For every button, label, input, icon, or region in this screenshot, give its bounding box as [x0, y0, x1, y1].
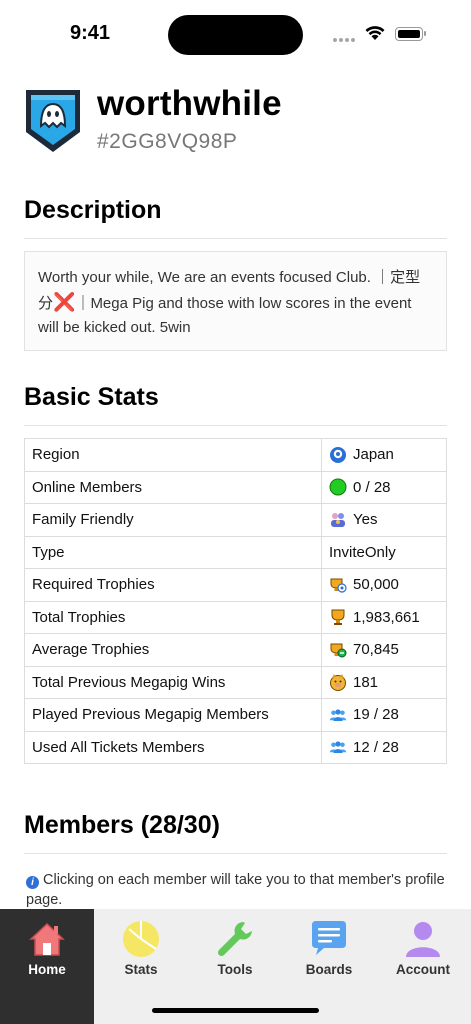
- stat-row-played-megapig-members: Played Previous Megapig Members 19 / 28: [24, 698, 447, 732]
- club-name: worthwhile: [97, 84, 282, 123]
- bottom-tab-bar: Home Stats Tools Boards Account: [0, 909, 471, 1024]
- stat-value: Japan: [353, 446, 394, 464]
- tab-label: Stats: [124, 962, 158, 977]
- stat-value-cell: 50,000: [321, 568, 447, 602]
- tab-boards[interactable]: Boards: [282, 909, 376, 1024]
- home-indicator[interactable]: [152, 1008, 319, 1013]
- stat-label: Online Members: [24, 470, 322, 504]
- stat-label: Family Friendly: [24, 503, 322, 537]
- stat-label: Average Trophies: [24, 633, 322, 667]
- stat-value-cell: 181: [321, 665, 447, 699]
- trophy-icon: [331, 609, 345, 626]
- tab-label: Tools: [217, 962, 253, 977]
- stat-value-cell: Japan: [321, 438, 447, 472]
- members-divider: [24, 853, 447, 854]
- stat-label: Required Trophies: [24, 568, 322, 602]
- club-header: worthwhile #2GG8VQ98P: [24, 84, 454, 160]
- club-badge-icon: [26, 90, 80, 152]
- tab-stats[interactable]: Stats: [94, 909, 188, 1024]
- info-icon: i: [26, 876, 39, 889]
- stat-value-cell: 12 / 28: [321, 730, 447, 764]
- battery-icon: [395, 27, 426, 41]
- tab-tools[interactable]: Tools: [188, 909, 282, 1024]
- stat-value: 19 / 28: [353, 706, 399, 724]
- stat-row-required-trophies: Required Trophies 50,000: [24, 568, 447, 602]
- pie-chart-icon: [123, 921, 159, 957]
- stat-value: 0 / 28: [353, 478, 391, 496]
- wrench-icon: [217, 922, 252, 957]
- club-detail-screen: 9:41 worthwhile #2GG8VQ98P Description W…: [0, 0, 471, 1024]
- stat-value: 1,983,661: [353, 608, 420, 626]
- status-time: 9:41: [70, 22, 111, 44]
- stat-row-type: Type InviteOnly: [24, 535, 447, 569]
- stat-label: Total Trophies: [24, 600, 322, 634]
- members-info-note: i Clicking on each member will take you t…: [26, 870, 446, 910]
- description-divider: [24, 238, 447, 239]
- tab-label: Home: [28, 962, 66, 977]
- family-icon: [331, 512, 345, 527]
- trophy-required-icon: [330, 578, 347, 593]
- green-dot-icon: [329, 478, 347, 496]
- stat-row-megapig-wins: Total Previous Megapig Wins 181: [24, 665, 447, 699]
- stat-row-total-trophies: Total Trophies 1,983,661: [24, 600, 447, 634]
- person-icon: [406, 922, 440, 957]
- trophy-average-icon: [330, 643, 347, 658]
- stat-value: 12 / 28: [353, 738, 399, 756]
- stat-value: InviteOnly: [329, 543, 396, 561]
- people-icon: [329, 741, 347, 754]
- dynamic-island: [168, 15, 303, 55]
- stat-row-family-friendly: Family Friendly Yes: [24, 503, 447, 537]
- stat-label: Total Previous Megapig Wins: [24, 665, 322, 699]
- basic-stats-divider: [24, 425, 447, 426]
- stat-value: Yes: [353, 511, 378, 529]
- description-box: Worth your while, We are an events focus…: [24, 251, 447, 351]
- stat-row-online-members: Online Members 0 / 28: [24, 470, 447, 504]
- description-text-part2: ｜Mega Pig and those with low scores in t…: [38, 295, 412, 336]
- stat-row-average-trophies: Average Trophies 70,845: [24, 633, 447, 667]
- tab-label: Boards: [305, 962, 353, 977]
- stat-value-cell: 70,845: [321, 633, 447, 667]
- stat-row-region: Region Japan: [24, 438, 447, 472]
- members-info-text: Clicking on each member will take you to…: [26, 872, 445, 908]
- description-title: Description: [24, 196, 162, 224]
- tab-label: Account: [396, 962, 450, 977]
- stat-label: Played Previous Megapig Members: [24, 698, 322, 732]
- red-x-icon: ❌: [53, 292, 76, 312]
- tab-account[interactable]: Account: [376, 909, 470, 1024]
- stat-label: Used All Tickets Members: [24, 730, 322, 764]
- basic-stats-table: Region Japan Online Members 0 / 28 Famil…: [24, 438, 447, 764]
- status-bar: 9:41: [0, 0, 471, 70]
- stat-row-used-all-tickets: Used All Tickets Members 12 / 28: [24, 730, 447, 764]
- stat-value-cell: 0 / 28: [321, 470, 447, 504]
- chat-bubble-icon: [312, 921, 346, 955]
- home-icon: [29, 922, 65, 956]
- basic-stats-title: Basic Stats: [24, 383, 159, 411]
- stat-value-cell: Yes: [321, 503, 447, 537]
- people-icon: [329, 709, 347, 721]
- stat-value-cell: 1,983,661: [321, 600, 447, 634]
- location-pin-icon: [330, 446, 346, 463]
- members-title: Members (28/30): [24, 811, 220, 839]
- stat-value: 50,000: [353, 576, 399, 594]
- stat-label: Region: [24, 438, 322, 472]
- megapig-icon: [330, 674, 346, 692]
- tab-home[interactable]: Home: [0, 909, 94, 1024]
- stat-value-cell: 19 / 28: [321, 698, 447, 732]
- stat-value-cell: InviteOnly: [321, 535, 447, 569]
- wifi-icon: [365, 26, 385, 40]
- signal-dots-icon: [333, 38, 355, 42]
- stat-label: Type: [24, 535, 322, 569]
- stat-value: 181: [353, 673, 379, 691]
- club-tag[interactable]: #2GG8VQ98P: [97, 130, 237, 154]
- stat-value: 70,845: [353, 641, 399, 659]
